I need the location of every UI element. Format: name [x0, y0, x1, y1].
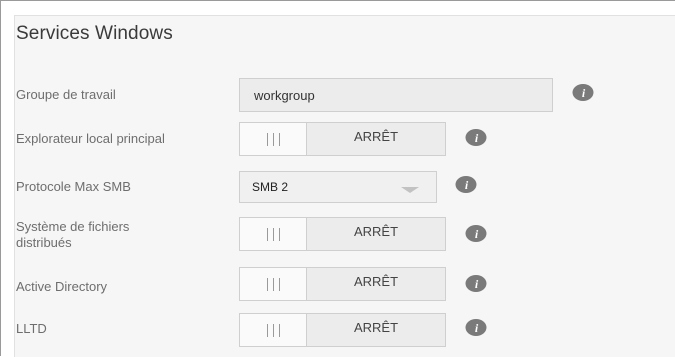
active-directory-toggle[interactable]: ARRÊT — [239, 267, 446, 301]
max-smb-protocol-label: Protocole Max SMB — [16, 179, 131, 194]
toggle-state: ARRÊT — [353, 274, 399, 289]
toggle-state: ARRÊT — [353, 224, 399, 239]
chevron-down-icon — [401, 187, 419, 193]
window-frame: Services Windows Groupe de travail workg… — [0, 0, 675, 357]
dfs-label: Système de fichiers distribués — [16, 219, 129, 251]
section-title: Services Windows — [16, 23, 173, 44]
toggle-state: ARRÊT — [353, 320, 399, 335]
workgroup-label: Groupe de travail — [16, 87, 116, 102]
info-icon[interactable]: i — [455, 176, 477, 193]
info-icon[interactable]: i — [465, 275, 487, 292]
selected-value: SMB 2 — [252, 180, 289, 194]
grip-icon — [240, 123, 307, 155]
local-master-browser-toggle[interactable]: ARRÊT — [239, 122, 446, 156]
grip-icon — [240, 268, 307, 300]
active-directory-label: Active Directory — [16, 279, 108, 294]
info-icon[interactable]: i — [572, 84, 594, 101]
lltd-toggle[interactable]: ARRÊT — [239, 313, 446, 347]
grip-icon — [240, 218, 307, 250]
dfs-label-line1: Système de fichiers — [16, 219, 130, 234]
info-icon[interactable]: i — [465, 129, 487, 146]
dfs-toggle[interactable]: ARRÊT — [239, 217, 446, 251]
toggle-state: ARRÊT — [353, 129, 399, 144]
lltd-label: LLTD — [16, 321, 47, 336]
workgroup-input[interactable]: workgroup — [239, 78, 553, 112]
max-smb-protocol-select[interactable]: SMB 2 — [239, 171, 437, 203]
grip-icon — [240, 314, 307, 346]
local-master-browser-label: Explorateur local principal — [16, 131, 165, 146]
info-icon[interactable]: i — [465, 225, 487, 242]
dfs-label-line2: distribués — [16, 235, 72, 250]
info-icon[interactable]: i — [465, 319, 487, 336]
